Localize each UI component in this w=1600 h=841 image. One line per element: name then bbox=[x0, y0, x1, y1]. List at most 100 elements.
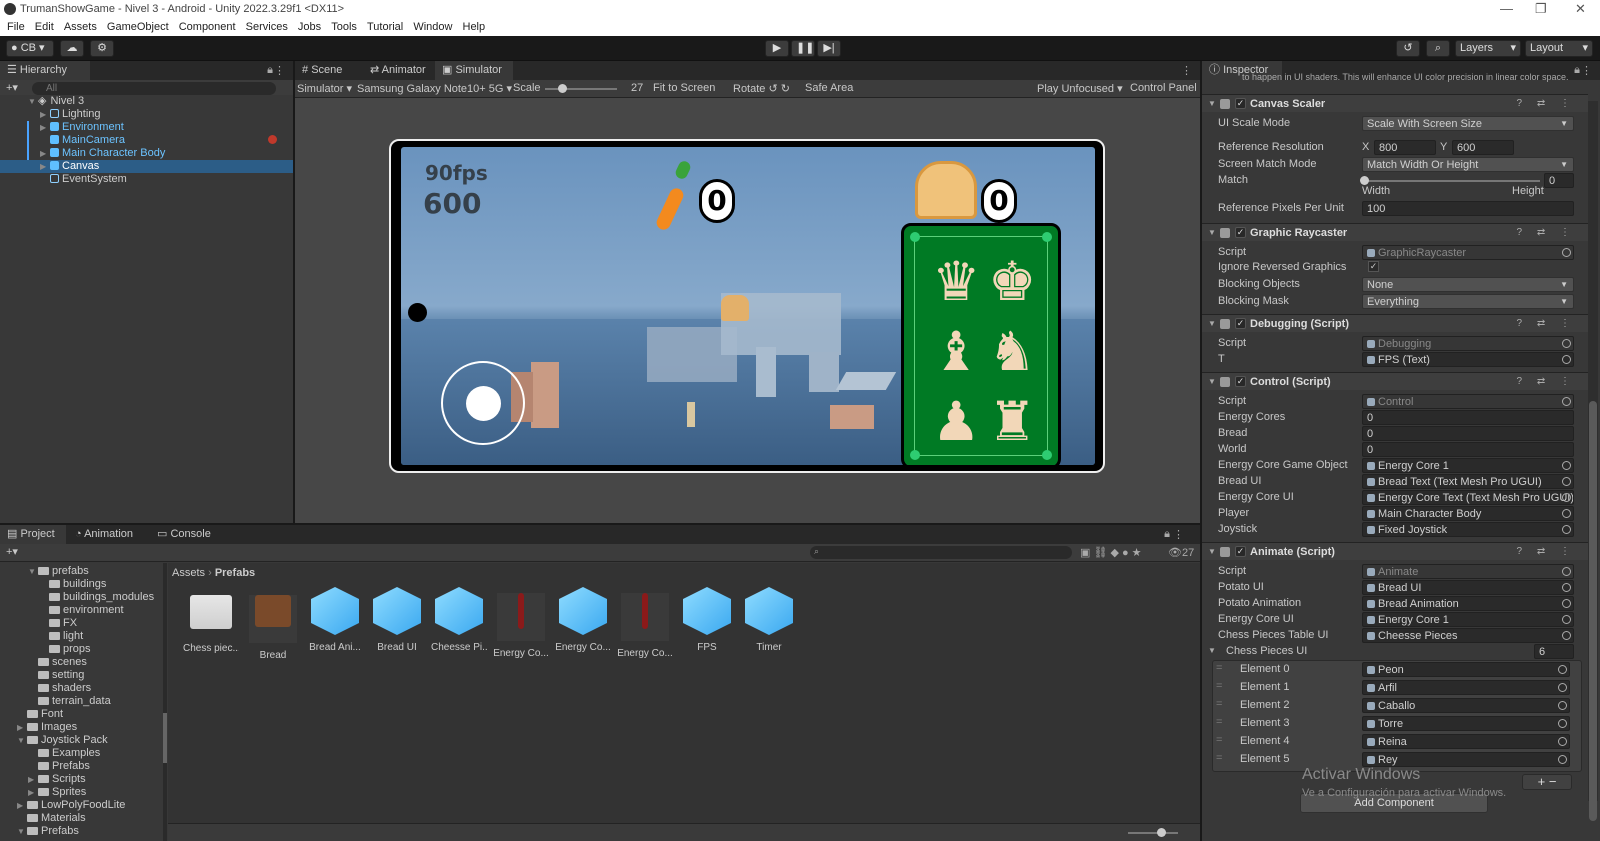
folder-tree-item[interactable]: terrain_data bbox=[28, 695, 111, 708]
element-value[interactable]: Arfil bbox=[1362, 680, 1570, 695]
fold-arrow-icon[interactable]: ▶ bbox=[17, 799, 27, 812]
folder-tree-item[interactable]: environment bbox=[39, 604, 124, 617]
object-picker-icon[interactable] bbox=[1562, 339, 1571, 348]
object-picker-icon[interactable] bbox=[1558, 719, 1567, 728]
asset-item[interactable]: Energy Co... bbox=[555, 587, 611, 653]
menu-services[interactable]: Services bbox=[239, 19, 288, 33]
folder-tree-item[interactable]: setting bbox=[28, 669, 84, 682]
object-picker-icon[interactable] bbox=[1562, 477, 1571, 486]
kebab-menu-icon[interactable]: ⋮ bbox=[1181, 64, 1192, 77]
asset-item[interactable]: Energy Co... bbox=[617, 587, 673, 659]
account-dropdown[interactable]: ● CB ▾ bbox=[6, 40, 54, 57]
safe-area-toggle[interactable]: Safe Area bbox=[805, 82, 853, 94]
drag-handle-icon[interactable]: = bbox=[1216, 752, 1222, 764]
breadcrumb-prefabs[interactable]: Prefabs bbox=[215, 567, 255, 579]
object-picker-icon[interactable] bbox=[1558, 755, 1567, 764]
component-help-preset-menu-icons[interactable]: ? ⇄ ⋮ bbox=[1517, 546, 1577, 557]
field-value[interactable]: Energy Core 1 bbox=[1362, 612, 1574, 627]
object-picker-icon[interactable] bbox=[1558, 683, 1567, 692]
foldout-icon[interactable]: ▼ bbox=[1208, 319, 1216, 328]
menu-file[interactable]: File bbox=[0, 19, 25, 33]
field-value[interactable]: Cheesse Pieces bbox=[1362, 628, 1574, 643]
component-help-preset-menu-icons[interactable]: ? ⇄ ⋮ bbox=[1517, 376, 1577, 387]
simulator-mode-dropdown[interactable]: Simulator ▾ bbox=[297, 82, 352, 95]
field-value[interactable]: Energy Core 1 bbox=[1362, 458, 1574, 473]
object-picker-icon[interactable] bbox=[1562, 397, 1571, 406]
fold-arrow-icon[interactable]: ▶ bbox=[17, 721, 27, 734]
scale-slider-track[interactable] bbox=[545, 88, 617, 90]
folder-tree-item[interactable]: Materials bbox=[17, 812, 86, 825]
folder-tree-item[interactable]: ▼ prefabs bbox=[28, 565, 89, 578]
component-header[interactable]: ▼ ✓ Animate (Script) ? ⇄ ⋮ bbox=[1202, 542, 1588, 560]
menu-assets[interactable]: Assets bbox=[57, 19, 97, 33]
hierarchy-item-maincamera[interactable]: MainCamera bbox=[0, 134, 293, 147]
drag-handle-icon[interactable]: = bbox=[1216, 662, 1222, 674]
kebab-menu-icon[interactable]: ⋮ bbox=[274, 64, 285, 77]
object-picker-icon[interactable] bbox=[1558, 737, 1567, 746]
tab-hierarchy[interactable]: ☰ Hierarchy bbox=[0, 61, 90, 80]
component-header[interactable]: ▼ ✓ Control (Script) ? ⇄ ⋮ bbox=[1202, 372, 1588, 390]
object-picker-icon[interactable] bbox=[1562, 631, 1571, 640]
field-value[interactable]: Fixed Joystick bbox=[1362, 522, 1574, 537]
menu-tutorial[interactable]: Tutorial bbox=[360, 19, 403, 33]
list-count-input[interactable]: 6 bbox=[1534, 644, 1574, 659]
joystick-handle[interactable] bbox=[466, 386, 501, 421]
component-help-preset-menu-icons[interactable]: ? ⇄ ⋮ bbox=[1517, 318, 1577, 329]
tab-simulator[interactable]: ▣ Simulator bbox=[435, 61, 513, 80]
tab-animation[interactable]: ◔ Animation bbox=[68, 525, 150, 544]
hierarchy-item-eventsystem[interactable]: EventSystem bbox=[0, 173, 293, 186]
fit-to-screen-button[interactable]: Fit to Screen bbox=[653, 82, 715, 94]
tab-console[interactable]: ▭ Console bbox=[150, 525, 222, 544]
tab-scene[interactable]: # Scene bbox=[295, 61, 363, 80]
foldout-icon[interactable]: ▼ bbox=[1208, 547, 1216, 556]
inspector-scrollbar[interactable] bbox=[1588, 101, 1598, 821]
asset-item[interactable]: Bread bbox=[245, 587, 301, 661]
folder-tree-item[interactable]: light bbox=[39, 630, 83, 643]
breadcrumb-assets[interactable]: Assets bbox=[172, 567, 205, 579]
component-enabled-checkbox[interactable]: ✓ bbox=[1235, 227, 1246, 238]
tree-scrollbar[interactable] bbox=[163, 563, 167, 841]
component-header[interactable]: ▼ ✓ Graphic Raycaster ? ⇄ ⋮ bbox=[1202, 223, 1588, 241]
menu-edit[interactable]: Edit bbox=[28, 19, 54, 33]
kebab-menu-icon[interactable]: ⋮ bbox=[1581, 64, 1592, 77]
tree-scrollbar-thumb[interactable] bbox=[163, 713, 167, 763]
element-value[interactable]: Reina bbox=[1362, 734, 1570, 749]
component-header[interactable]: ▼ ✓ Debugging (Script) ? ⇄ ⋮ bbox=[1202, 314, 1588, 332]
folder-tree-item[interactable]: Font bbox=[17, 708, 63, 721]
asset-item[interactable]: Bread Ani... bbox=[307, 587, 363, 653]
foldout-icon[interactable]: ▼ bbox=[1208, 99, 1216, 108]
asset-item[interactable]: Chess piec... bbox=[183, 587, 239, 654]
field-value[interactable]: Bread UI bbox=[1362, 580, 1574, 595]
folder-tree-item[interactable]: FX bbox=[39, 617, 77, 630]
object-picker-icon[interactable] bbox=[1562, 583, 1571, 592]
object-picker-icon[interactable] bbox=[1558, 665, 1567, 674]
fold-arrow-icon[interactable]: ▶ bbox=[28, 786, 38, 799]
game-viewport[interactable]: 90fps 600 0 0 ♛ ♚ ♝ ♞ ♟ ♜ bbox=[401, 147, 1095, 465]
field-value[interactable]: Match Width Or Height ▼ bbox=[1362, 157, 1574, 172]
lock-icon[interactable]: 🔒︎ bbox=[267, 64, 273, 77]
folder-tree-item[interactable]: ▶ LowPolyFoodLite bbox=[17, 799, 125, 812]
folder-tree-item[interactable]: shaders bbox=[28, 682, 91, 695]
folder-tree-item[interactable]: props bbox=[39, 643, 91, 656]
layout-dropdown[interactable]: Layout ▾ bbox=[1525, 40, 1593, 57]
project-search-input[interactable]: ⌕ bbox=[810, 546, 1072, 559]
scene-row[interactable]: ▼ ◈ Nivel 3 bbox=[0, 95, 293, 108]
lock-icon[interactable]: 🔒︎ bbox=[1164, 528, 1170, 541]
folder-tree-item[interactable]: ▶ Images bbox=[17, 721, 77, 734]
hierarchy-item-lighting[interactable]: ▶ Lighting bbox=[0, 108, 293, 121]
kebab-menu-icon[interactable]: ⋮ bbox=[1173, 528, 1184, 541]
filter-icons[interactable]: ▣ ⛓ ◆ ● ★ bbox=[1080, 546, 1142, 559]
icon-size-slider[interactable] bbox=[1128, 832, 1178, 834]
menu-jobs[interactable]: Jobs bbox=[291, 19, 321, 33]
asset-item[interactable]: FPS bbox=[679, 587, 735, 653]
folder-tree-item[interactable]: ▶ Scripts bbox=[28, 773, 86, 786]
field-value[interactable]: FPS (Text) bbox=[1362, 352, 1574, 367]
hierarchy-item-environment[interactable]: ▶ Environment bbox=[0, 121, 293, 134]
menu-window[interactable]: Window bbox=[406, 19, 452, 33]
object-picker-icon[interactable] bbox=[1562, 567, 1571, 576]
element-value[interactable]: Torre bbox=[1362, 716, 1570, 731]
field-value[interactable]: Scale With Screen Size ▼ bbox=[1362, 116, 1574, 131]
ref-y-input[interactable]: 600 bbox=[1452, 140, 1514, 155]
rotate-button[interactable]: Rotate ↺ ↻ bbox=[733, 82, 790, 95]
asset-item[interactable]: Timer bbox=[741, 587, 797, 653]
